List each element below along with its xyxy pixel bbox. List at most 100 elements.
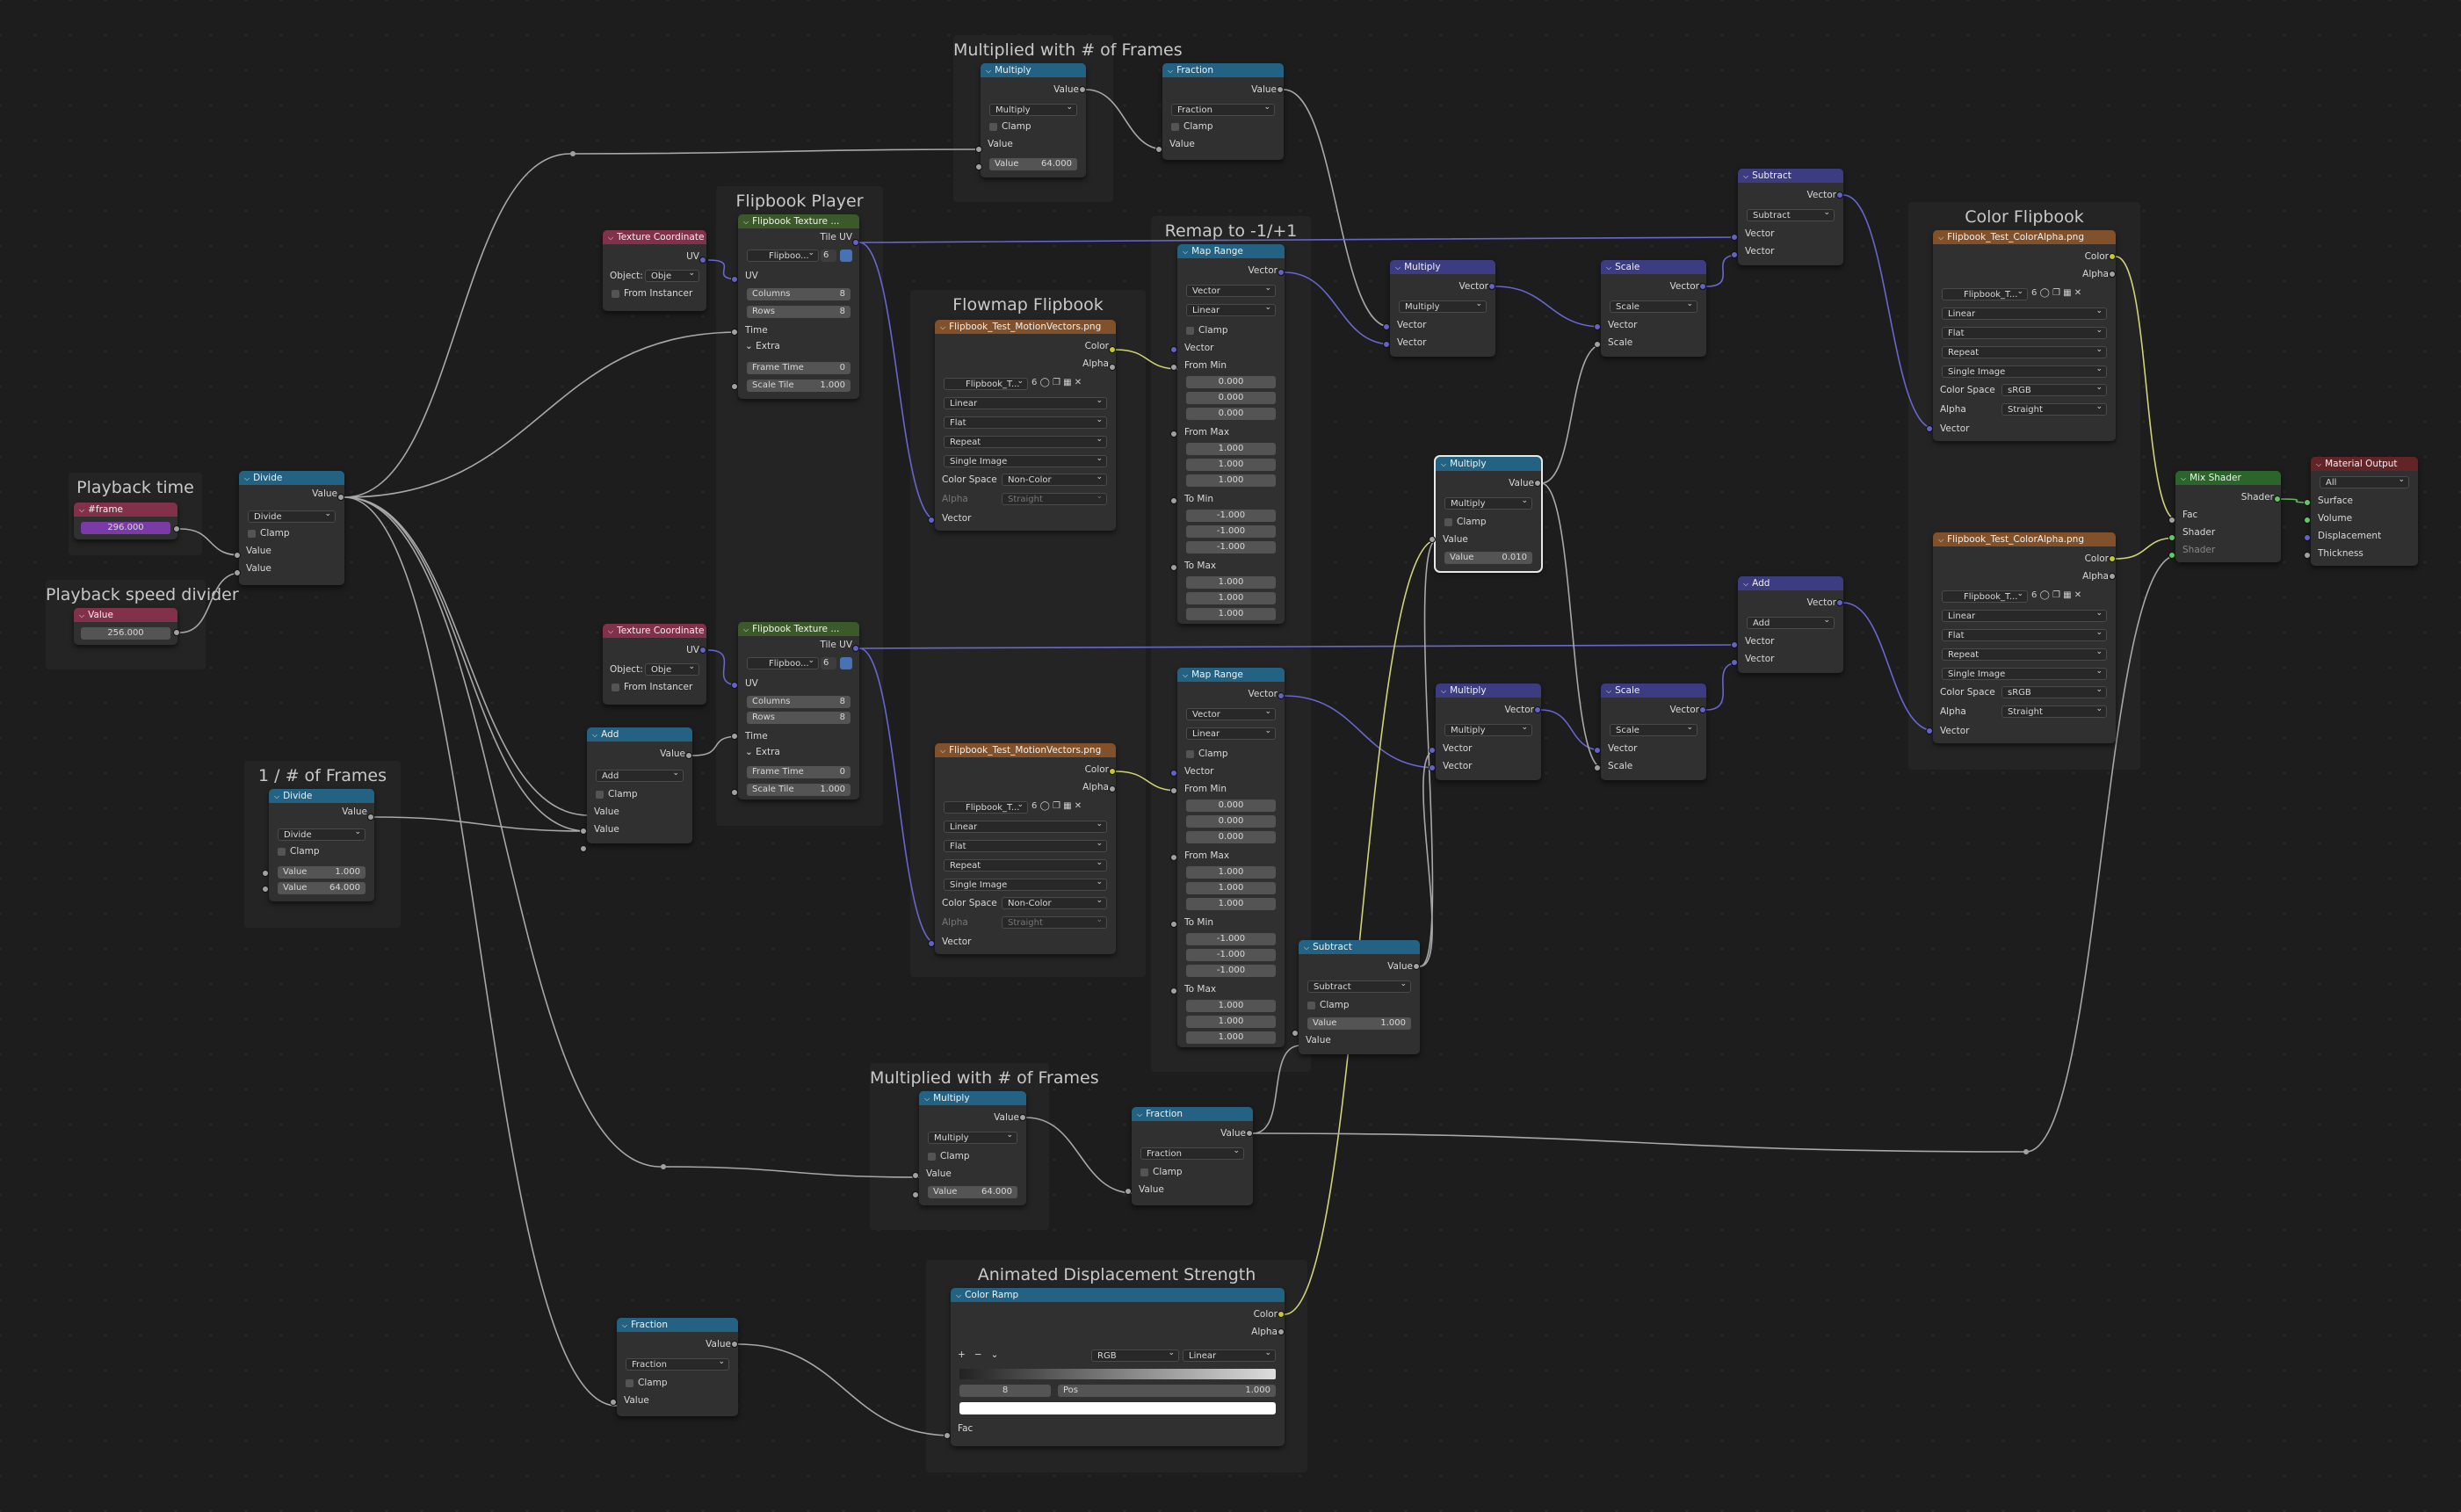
node-socket[interactable] [852,239,859,246]
node-socket[interactable] [2168,534,2175,541]
operation-dropdown[interactable]: Scale [1610,300,1697,313]
node-multiply-frames[interactable]: Multiply Value Multiply Clamp Value Valu… [981,63,1086,177]
node-socket[interactable] [1594,747,1601,754]
folder-icon[interactable]: ▦ [2063,590,2071,600]
node-link[interactable] [1252,1132,2027,1153]
node-link[interactable] [344,153,571,498]
active-stop-index[interactable]: 8 [959,1385,1051,1397]
node-link[interactable] [344,496,588,832]
image-toolbar[interactable]: 6 ◯ ❐ ▦ ✕ [1031,801,1082,814]
target-dropdown[interactable]: All [2320,476,2409,488]
close-icon[interactable]: ✕ [2074,288,2081,298]
folder-icon[interactable]: ▦ [1063,801,1071,811]
color-space-dropdown[interactable]: sRGB [2001,686,2107,698]
node-socket[interactable] [337,494,344,501]
node-link[interactable] [1419,749,1437,967]
node-mix-shader[interactable]: Mix Shader Shader Fac Shader Shader [2175,471,2281,562]
node-socket[interactable] [2109,573,2116,580]
source-dropdown[interactable]: Single Image [1942,365,2107,378]
to-max-y[interactable]: 1.000 [1186,592,1276,604]
node-link[interactable] [1085,89,1165,150]
image-datablock-field[interactable]: Flipbook_T... [1942,590,2028,603]
object-field[interactable]: Obje [645,663,699,676]
node-material-output[interactable]: Material Output All Surface Volume Displ… [2311,457,2418,566]
node-socket[interactable] [262,886,269,893]
rows-field[interactable]: Rows 8 [747,306,850,318]
node-link[interactable] [1283,89,1391,328]
node-link[interactable] [1284,539,1438,1315]
user-count[interactable]: 6 [1031,378,1037,387]
node-flipbook-texture-group[interactable]: Flipbook Texture ... Tile UV Flipboo... … [738,622,859,799]
node-socket[interactable] [1926,425,1933,432]
node-link[interactable] [2115,256,2178,521]
close-icon[interactable]: ✕ [2074,590,2081,600]
folder-icon[interactable]: ▦ [2063,288,2071,298]
node-vector-add[interactable]: Add Vector Add Vector Vector [1738,576,1843,673]
node-map-range[interactable]: Map Range Vector Vector Linear Clamp Vec… [1177,244,1285,624]
from-min-z[interactable]: 0.000 [1186,408,1276,420]
node-socket[interactable] [1170,430,1177,438]
interpolation-dropdown[interactable]: Linear [1942,610,2107,622]
node-socket[interactable] [367,814,374,821]
source-dropdown[interactable]: Single Image [944,879,1107,891]
reroute-dot[interactable] [661,1164,666,1169]
node-socket[interactable] [1170,364,1177,371]
node-socket[interactable] [1594,764,1601,771]
node-socket[interactable] [1170,770,1177,777]
node-multiply-frames[interactable]: Multiply Value Multiply Clamp Value Valu… [919,1091,1026,1205]
stop-color-swatch[interactable] [959,1402,1276,1414]
from-min-y[interactable]: 0.000 [1186,815,1276,828]
reroute-dot[interactable] [2023,1149,2029,1154]
node-socket[interactable] [2304,499,2311,506]
scale-tile-field[interactable]: Scale Tile 1.000 [747,784,850,796]
node-socket[interactable] [1488,283,1495,290]
node-socket[interactable] [1926,727,1933,734]
node-socket[interactable] [1429,764,1436,771]
plus-icon[interactable]: + [958,1349,966,1360]
projection-dropdown[interactable]: Flat [1942,629,2107,641]
to-min-y[interactable]: -1.000 [1186,949,1276,961]
node-socket[interactable] [580,845,587,852]
interpolation-dropdown[interactable]: Linear [1186,304,1276,316]
node-link[interactable] [858,236,1741,243]
node-link[interactable] [1115,770,1180,792]
stop-position-field[interactable]: Pos 1.000 [1058,1385,1276,1397]
alpha-mode-dropdown[interactable]: Straight [1002,916,1107,929]
shield-icon[interactable]: ◯ [2040,590,2050,600]
node-socket[interactable] [1278,1311,1285,1318]
interpolation-dropdown[interactable]: Linear [944,821,1107,833]
node-vector-multiply[interactable]: Multiply Vector Multiply Vector Vector [1390,260,1495,357]
node-socket[interactable] [173,629,180,636]
node-frame-value[interactable]: #frame 296.000 [74,503,177,539]
duplicate-icon[interactable]: ❐ [1053,801,1060,811]
node-map-range[interactable]: Map Range Vector Vector Linear Clamp Vec… [1177,668,1285,1047]
image-toolbar[interactable]: 6 ◯ ❐ ▦ ✕ [2031,590,2081,603]
node-socket[interactable] [912,1191,919,1198]
to-min-z[interactable]: -1.000 [1186,541,1276,553]
frame-time-field[interactable]: Frame Time 0 [747,362,850,374]
node-socket[interactable] [1731,659,1738,666]
value-field[interactable]: Value 1.000 [278,866,366,879]
shield-icon[interactable]: ◯ [1040,801,1050,811]
node-subtract[interactable]: Subtract Value Subtract Clamp Value 1.000… [1299,940,1420,1054]
reroute-dot[interactable] [570,151,575,156]
columns-field[interactable]: Columns 8 [747,696,850,708]
node-divide[interactable]: Divide Value Divide Clamp Value Value [239,471,344,585]
node-socket[interactable] [731,383,738,390]
color-ramp-gradient[interactable] [959,1369,1276,1379]
data-type-dropdown[interactable]: Vector [1186,708,1276,720]
frame-time-field[interactable]: Frame Time 0 [747,766,850,778]
node-socket[interactable] [928,940,935,947]
node-socket[interactable] [1170,564,1177,571]
minus-icon[interactable]: − [974,1349,982,1360]
node-socket[interactable] [685,752,692,759]
node-socket[interactable] [731,789,738,796]
operation-dropdown[interactable]: Fraction [1171,104,1275,116]
image-toolbar[interactable]: 6 ◯ ❐ ▦ ✕ [1031,378,1082,390]
value-field[interactable]: Value 1.000 [1307,1017,1411,1030]
to-min-x[interactable]: -1.000 [1186,933,1276,945]
user-count[interactable]: 6 [2031,590,2037,600]
node-add[interactable]: Add Value Add Clamp Value Value [587,727,692,843]
to-max-z[interactable]: 1.000 [1186,1031,1276,1044]
node-texture-coordinate[interactable]: Texture Coordinate UV Object: Obje From … [603,624,706,705]
